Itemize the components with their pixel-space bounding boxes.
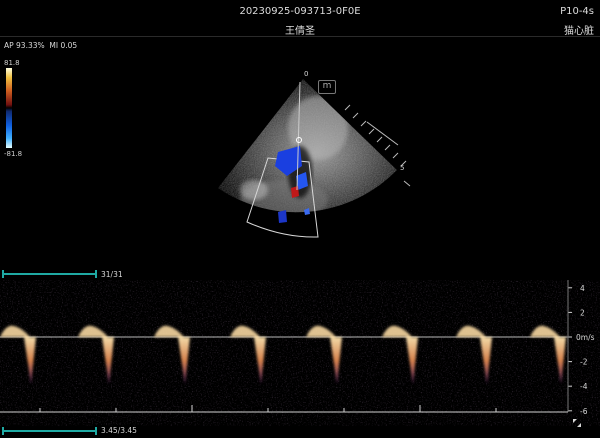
sweep-bottom-start-handle[interactable]: [2, 427, 4, 435]
sweep-progress-bottom[interactable]: [2, 430, 97, 432]
sweep-top-start-handle[interactable]: [2, 270, 4, 278]
magnify-corner-icon[interactable]: [572, 418, 582, 428]
orientation-marker: m: [318, 80, 336, 94]
velocity-tick-label: 4: [580, 284, 585, 293]
velocity-tick-label: -4: [580, 382, 588, 391]
velocity-tick-label: 2: [580, 308, 585, 317]
sweep-top-end-handle[interactable]: [95, 270, 97, 278]
spectral-doppler-strip: 4 2 0m/s -2 -4 -6: [0, 280, 595, 416]
velocity-scale: 4 2 0m/s -2 -4 -6: [567, 280, 595, 416]
velocity-tick-label: -6: [580, 407, 588, 416]
sweep-progress-top[interactable]: [2, 273, 97, 275]
frame-counter: 31/31: [101, 270, 123, 279]
depth-mark-label: 5: [400, 164, 404, 172]
sweep-bottom-end-handle[interactable]: [95, 427, 97, 435]
depth-top-label: 0: [304, 70, 308, 78]
echo-sector-view: 0 5: [218, 70, 411, 238]
time-readout: 3.45/3.45: [101, 426, 137, 435]
velocity-tick-label: -2: [580, 358, 588, 367]
sector-tissue: [218, 79, 397, 213]
velocity-tick-label: 0m/s: [576, 333, 595, 342]
